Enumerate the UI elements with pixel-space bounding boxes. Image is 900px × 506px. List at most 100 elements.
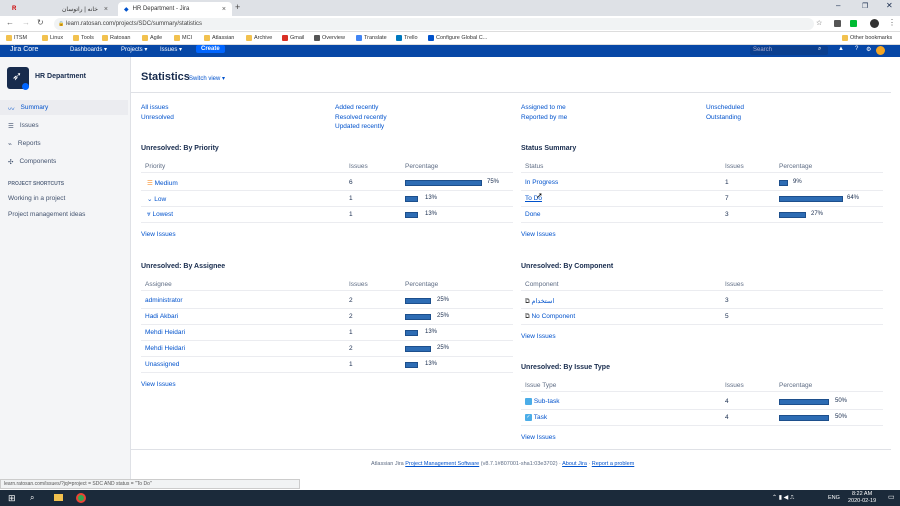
windows-start-icon[interactable]: ⊞ [8, 493, 16, 504]
assignee-link[interactable]: Unassigned [145, 361, 179, 368]
minimize-icon[interactable]: – [836, 1, 840, 10]
view-issues-link[interactable]: View Issues [141, 381, 176, 388]
bookmark-item[interactable]: Translate [356, 35, 387, 41]
bookmark-item[interactable]: Agile [142, 35, 162, 41]
file-explorer-icon[interactable] [54, 494, 63, 501]
sidebar-item-issues[interactable]: ☰ Issues [6, 118, 126, 133]
url-field[interactable]: 🔒 learn.ratosan.com/projects/SDC/summary/… [54, 18, 814, 30]
notification-icon[interactable]: ▭ [888, 493, 895, 501]
search-icon[interactable]: ⌕ [30, 493, 34, 503]
table-row: Sub-task 4 50% [521, 394, 883, 410]
bookmark-item[interactable]: Trello [396, 35, 418, 41]
star-icon[interactable]: ☆ [816, 19, 822, 27]
nav-issues[interactable]: Issues ▾ [160, 46, 182, 53]
filter-unresolved[interactable]: Unresolved [141, 113, 174, 123]
chrome-icon[interactable] [76, 493, 86, 503]
view-issues-link[interactable]: View Issues [521, 434, 556, 441]
filter-reported-by-me[interactable]: Reported by me [521, 113, 567, 123]
assignee-link[interactable]: Mehdi Heidari [145, 345, 185, 352]
menu-icon[interactable]: ⋮ [888, 18, 896, 27]
table-row: ⩔ Lowest 1 13% [141, 207, 513, 223]
filter-assigned-to-me[interactable]: Assigned to me [521, 103, 567, 113]
bookmark-item[interactable]: Archive [246, 35, 272, 41]
close-icon[interactable]: × [222, 6, 226, 13]
reload-icon[interactable]: ↻ [37, 18, 44, 27]
jira-logo[interactable]: Jira Core [10, 46, 38, 53]
system-tray: ⌃ ▮ ◀ ⎍ [772, 495, 795, 501]
avatar[interactable] [870, 19, 879, 28]
issue-type-link[interactable]: Sub-task [525, 398, 559, 405]
switch-view-button[interactable]: Switch view ▾ [189, 75, 225, 82]
view-issues-link[interactable]: View Issues [521, 333, 556, 340]
other-bookmarks[interactable]: Other bookmarks [842, 35, 892, 41]
footer-pms-link[interactable]: Project Management Software [405, 461, 479, 467]
table-row: ⌄ Low 1 13% [141, 191, 513, 207]
bookmark-item[interactable]: Atlassian [204, 35, 234, 41]
sidebar-item-components[interactable]: ✣ Components [6, 154, 126, 169]
filter-all-issues[interactable]: All issues [141, 103, 174, 113]
percentage-bar [405, 212, 419, 218]
report-problem-link[interactable]: Report a problem [592, 461, 635, 467]
filter-added-recently[interactable]: Added recently [335, 103, 387, 113]
back-icon[interactable]: ← [6, 18, 14, 27]
bookmark-item[interactable]: Tools [73, 35, 94, 41]
filter-resolved-recently[interactable]: Resolved recently [335, 113, 387, 123]
settings-icon[interactable]: ⚙ [866, 46, 871, 53]
filter-outstanding[interactable]: Outstanding [706, 113, 744, 123]
notifications-icon[interactable]: ▲ [838, 46, 844, 52]
about-jira-link[interactable]: About Jira [562, 461, 587, 467]
window-close-icon[interactable]: ✕ [886, 1, 893, 10]
percentage-bar [405, 362, 419, 368]
nav-projects[interactable]: Projects ▾ [121, 46, 147, 53]
bookmark-item[interactable]: Overview [314, 35, 345, 41]
assignee-link[interactable]: administrator [145, 297, 183, 304]
nav-dashboards[interactable]: Dashboards ▾ [70, 46, 107, 53]
issue-type-link[interactable]: ✓ Task [525, 414, 547, 421]
assignee-link[interactable]: Hadi Akbari [145, 313, 178, 320]
forward-icon[interactable]: → [22, 18, 30, 27]
maximize-icon[interactable]: ❐ [862, 2, 868, 10]
search-input[interactable]: Search [750, 46, 828, 55]
component-link[interactable]: ⧉ No Component [525, 313, 575, 321]
clock[interactable]: 8:22 AM 2020-02-19 [848, 491, 876, 505]
filter-column: Assigned to me Reported by me [521, 103, 567, 122]
extension-icon[interactable] [834, 20, 841, 27]
priority-lowest-link[interactable]: ⩔ Lowest [147, 211, 173, 219]
assignee-link[interactable]: Mehdi Heidari [145, 329, 185, 336]
sidebar-item-summary[interactable]: 〰 Summary [0, 100, 128, 115]
bookmark-item[interactable]: Gmail [282, 35, 304, 41]
filter-updated-recently[interactable]: Updated recently [335, 122, 387, 132]
language-indicator[interactable]: ENG [828, 495, 840, 501]
status-done-link[interactable]: Done [525, 211, 541, 218]
percentage-bar [779, 196, 843, 202]
view-issues-link[interactable]: View Issues [141, 231, 176, 238]
bookmark-item[interactable]: Configure Global C... [428, 35, 487, 41]
new-tab-icon[interactable]: + [235, 2, 240, 12]
priority-low-link[interactable]: ⌄ Low [147, 195, 166, 203]
tab-ratosan[interactable]: R خانه | راتوسان × [6, 2, 114, 16]
extension-icon[interactable] [850, 20, 857, 27]
bookmark-item[interactable]: ITSM [6, 35, 27, 41]
user-avatar[interactable] [876, 46, 885, 55]
help-icon[interactable]: ? [855, 46, 858, 52]
issue-type-section: Unresolved: By Issue Type Issue Type Iss… [521, 364, 883, 450]
project-name[interactable]: HR Department [35, 73, 86, 80]
close-icon[interactable]: × [104, 6, 108, 13]
bookmark-item[interactable]: Ratosan [102, 35, 131, 41]
priority-medium-link[interactable]: ☰ Medium [147, 179, 178, 187]
create-button[interactable]: Create [196, 45, 225, 53]
filter-column: Added recently Resolved recently Updated… [335, 103, 387, 132]
shortcut-link[interactable]: Project management ideas [8, 211, 85, 218]
status-in-progress-link[interactable]: In Progress [525, 179, 558, 186]
tab-label: HR Department - Jira [132, 6, 190, 12]
bookmark-item[interactable]: Linux [42, 35, 63, 41]
shortcut-link[interactable]: Working in a project [8, 195, 65, 202]
filter-unscheduled[interactable]: Unscheduled [706, 103, 744, 113]
configure-icon [428, 35, 434, 41]
sidebar-item-reports[interactable]: ⌁ Reports [6, 136, 126, 151]
tab-jira[interactable]: ◆ HR Department - Jira × [118, 2, 232, 16]
bookmark-item[interactable]: MCI [174, 35, 192, 41]
component-link[interactable]: ⧉ استخدام [525, 297, 554, 306]
view-issues-link[interactable]: View Issues [521, 231, 556, 238]
search-icon[interactable]: ⌕ [818, 46, 821, 53]
